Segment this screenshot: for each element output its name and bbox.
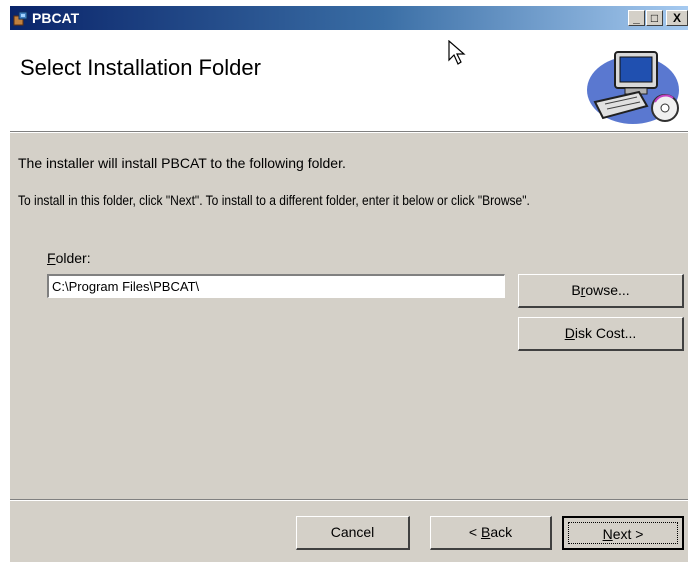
installer-window: PBCAT _ □ X Select Installation Folder T… [10,6,688,562]
cancel-button[interactable]: Cancel [296,516,410,550]
back-button[interactable]: < Back [430,516,552,550]
window-title: PBCAT [32,10,80,26]
close-button[interactable]: X [666,10,688,26]
disk-cost-button[interactable]: Disk Cost... [518,317,684,351]
header-banner: Select Installation Folder [10,30,688,131]
folder-label: Folder: [47,250,91,266]
minimize-button[interactable]: _ [628,10,645,26]
maximize-button[interactable]: □ [646,10,663,26]
info-text-2: To install in this folder, click "Next".… [18,192,530,208]
page-title: Select Installation Folder [20,55,261,80]
browse-button[interactable]: Browse... [518,274,684,308]
info-text-1: The installer will install PBCAT to the … [18,155,346,171]
title-bar[interactable]: PBCAT _ □ X [10,6,688,30]
next-button[interactable]: Next > [562,516,684,550]
installer-app-icon [13,11,28,26]
computer-cd-graphic [587,51,679,124]
mouse-cursor-icon [448,40,466,65]
folder-input[interactable] [47,274,505,298]
